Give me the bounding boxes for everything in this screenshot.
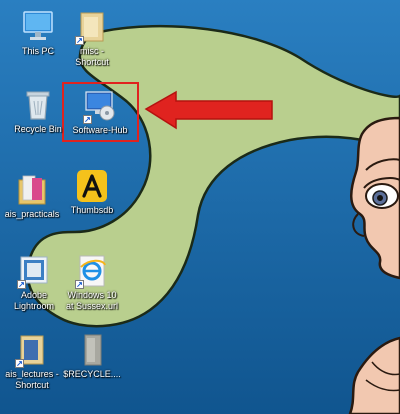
folder-icon [15, 172, 49, 208]
computer-icon [21, 9, 55, 45]
thumbsdb-icon [75, 168, 109, 204]
icon-label: Thumbsdb [70, 205, 114, 215]
icon-label: ais_lectures - Shortcut [5, 369, 59, 390]
icon-label: Windows 10 at Sussex.url [65, 290, 119, 311]
shortcut-arrow-icon: ↗ [75, 280, 84, 289]
software-hub-icon: ↗ [83, 88, 117, 124]
shortcut-arrow-icon: ↗ [83, 115, 92, 124]
desktop-icon-ais-practicals[interactable]: ais_practicals [3, 172, 61, 220]
shortcut-arrow-icon: ↗ [75, 36, 84, 45]
folder-icon [75, 332, 109, 368]
desktop-icon-thumbsdb[interactable]: Thumbsdb [63, 168, 121, 216]
folder-shortcut-icon: ↗ [15, 332, 49, 368]
desktop-icon-windows-10-at-sussex[interactable]: ↗ Windows 10 at Sussex.url [63, 253, 121, 312]
icon-label: Software-Hub [72, 125, 128, 135]
internet-explorer-icon: ↗ [75, 253, 109, 289]
desktop[interactable]: This PC ↗ misc - Shortcut Recycle Bin ↗ … [0, 0, 400, 414]
shortcut-arrow-icon: ↗ [15, 359, 24, 368]
desktop-icon-ais-lectures-shortcut[interactable]: ↗ ais_lectures - Shortcut [3, 332, 61, 391]
desktop-icon-recycle-bin[interactable]: Recycle Bin [9, 87, 67, 135]
desktop-icon-software-hub[interactable]: ↗ Software-Hub [71, 88, 129, 136]
icon-label: misc - Shortcut [75, 46, 109, 67]
desktop-icon-this-pc[interactable]: This PC [9, 9, 67, 57]
icon-label: This PC [21, 46, 54, 56]
shortcut-arrow-icon: ↗ [17, 280, 26, 289]
icon-label: Recycle Bin [14, 124, 62, 134]
recycle-bin-icon [21, 87, 55, 123]
desktop-icon-misc-shortcut[interactable]: ↗ misc - Shortcut [63, 9, 121, 68]
icon-label: Adobe Lightroom [13, 290, 55, 311]
icon-label: $RECYCLE.... [63, 369, 121, 379]
icon-label: ais_practicals [4, 209, 60, 219]
folder-shortcut-icon: ↗ [75, 9, 109, 45]
lightroom-icon: ↗ [17, 253, 51, 289]
eye-pupil [377, 195, 383, 201]
desktop-icon-adobe-lightroom[interactable]: ↗ Adobe Lightroom [5, 253, 63, 312]
desktop-icon-recycle-folder[interactable]: $RECYCLE.... [63, 332, 121, 380]
